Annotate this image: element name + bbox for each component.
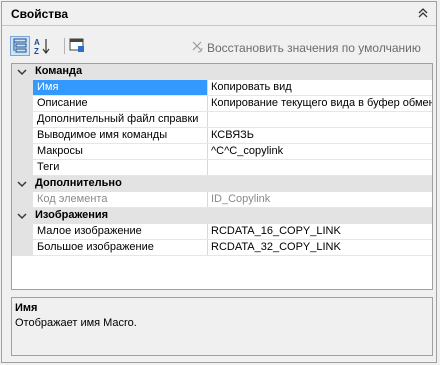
category-command[interactable]: Команда xyxy=(12,64,432,80)
property-row-command-display-name[interactable]: Выводимое имя команды КСВЯЗЬ xyxy=(12,128,432,144)
property-name: Имя xyxy=(37,81,59,93)
property-name: Дополнительный файл справки xyxy=(37,113,199,125)
category-label: Дополнительно xyxy=(35,177,122,189)
property-name: Выводимое имя команды xyxy=(37,129,168,141)
properties-panel: Свойства A Z Восстановить значения по ум… xyxy=(1,1,437,363)
property-row-element-id: Код элемента ID_Copylink xyxy=(12,192,432,208)
property-name: Макросы xyxy=(37,145,83,157)
restore-defaults-label: Восстановить значения по умолчанию xyxy=(207,41,421,55)
category-advanced[interactable]: Дополнительно xyxy=(12,176,432,192)
property-value[interactable]: КСВЯЗЬ xyxy=(211,129,432,141)
property-row-tags[interactable]: Теги xyxy=(12,160,432,176)
property-pages-button[interactable] xyxy=(68,36,88,56)
property-row-description[interactable]: Описание Копирование текущего вида в буф… xyxy=(12,96,432,112)
category-label: Изображения xyxy=(35,209,109,221)
category-label: Команда xyxy=(35,65,83,77)
toolbar-separator xyxy=(64,38,65,54)
chevron-down-icon[interactable] xyxy=(17,67,27,77)
property-name: Описание xyxy=(37,97,88,109)
reset-icon xyxy=(192,41,203,53)
chevron-down-icon[interactable] xyxy=(17,211,27,221)
description-text: Отображает имя Macro. xyxy=(15,317,137,329)
property-pages-icon xyxy=(69,38,84,52)
category-images[interactable]: Изображения xyxy=(12,208,432,224)
property-name: Код элемента xyxy=(37,193,108,205)
property-value: ID_Copylink xyxy=(211,193,271,205)
property-name: Теги xyxy=(37,161,60,173)
panel-title: Свойства xyxy=(11,7,69,21)
property-row-large-image[interactable]: Большое изображение RCDATA_32_COPY_LINK xyxy=(12,240,432,256)
property-row-help-file[interactable]: Дополнительный файл справки xyxy=(12,112,432,128)
property-value[interactable]: RCDATA_16_COPY_LINK xyxy=(211,225,432,237)
property-value[interactable]: ^C^C_copylink xyxy=(211,145,432,157)
property-value[interactable]: Копирование текущего вида в буфер обмен xyxy=(211,97,432,109)
properties-toolbar: A Z Восстановить значения по умолчанию xyxy=(2,35,436,59)
alphabetical-sort-button[interactable]: A Z xyxy=(32,36,52,56)
panel-titlebar: Свойства xyxy=(2,2,436,26)
property-value[interactable]: Копировать вид xyxy=(211,81,432,93)
categorized-view-button[interactable] xyxy=(10,36,30,56)
property-grid: Команда Имя Копировать вид Описание Копи… xyxy=(11,63,433,290)
categorized-view-icon xyxy=(13,38,27,53)
sort-az-icon: A Z xyxy=(34,38,50,56)
chevron-down-icon[interactable] xyxy=(17,179,27,189)
property-row-name[interactable]: Имя Копировать вид xyxy=(12,80,432,96)
svg-text:Z: Z xyxy=(34,47,39,56)
svg-text:A: A xyxy=(34,38,40,47)
property-name: Малое изображение xyxy=(37,225,142,237)
description-title: Имя xyxy=(15,302,38,314)
property-row-macro[interactable]: Макросы ^C^C_copylink xyxy=(12,144,432,160)
property-row-small-image[interactable]: Малое изображение RCDATA_16_COPY_LINK xyxy=(12,224,432,240)
property-value[interactable]: RCDATA_32_COPY_LINK xyxy=(211,241,432,253)
double-chevron-up-icon[interactable] xyxy=(416,6,430,20)
property-name: Большое изображение xyxy=(37,241,154,253)
description-pane: Имя Отображает имя Macro. xyxy=(11,297,433,356)
